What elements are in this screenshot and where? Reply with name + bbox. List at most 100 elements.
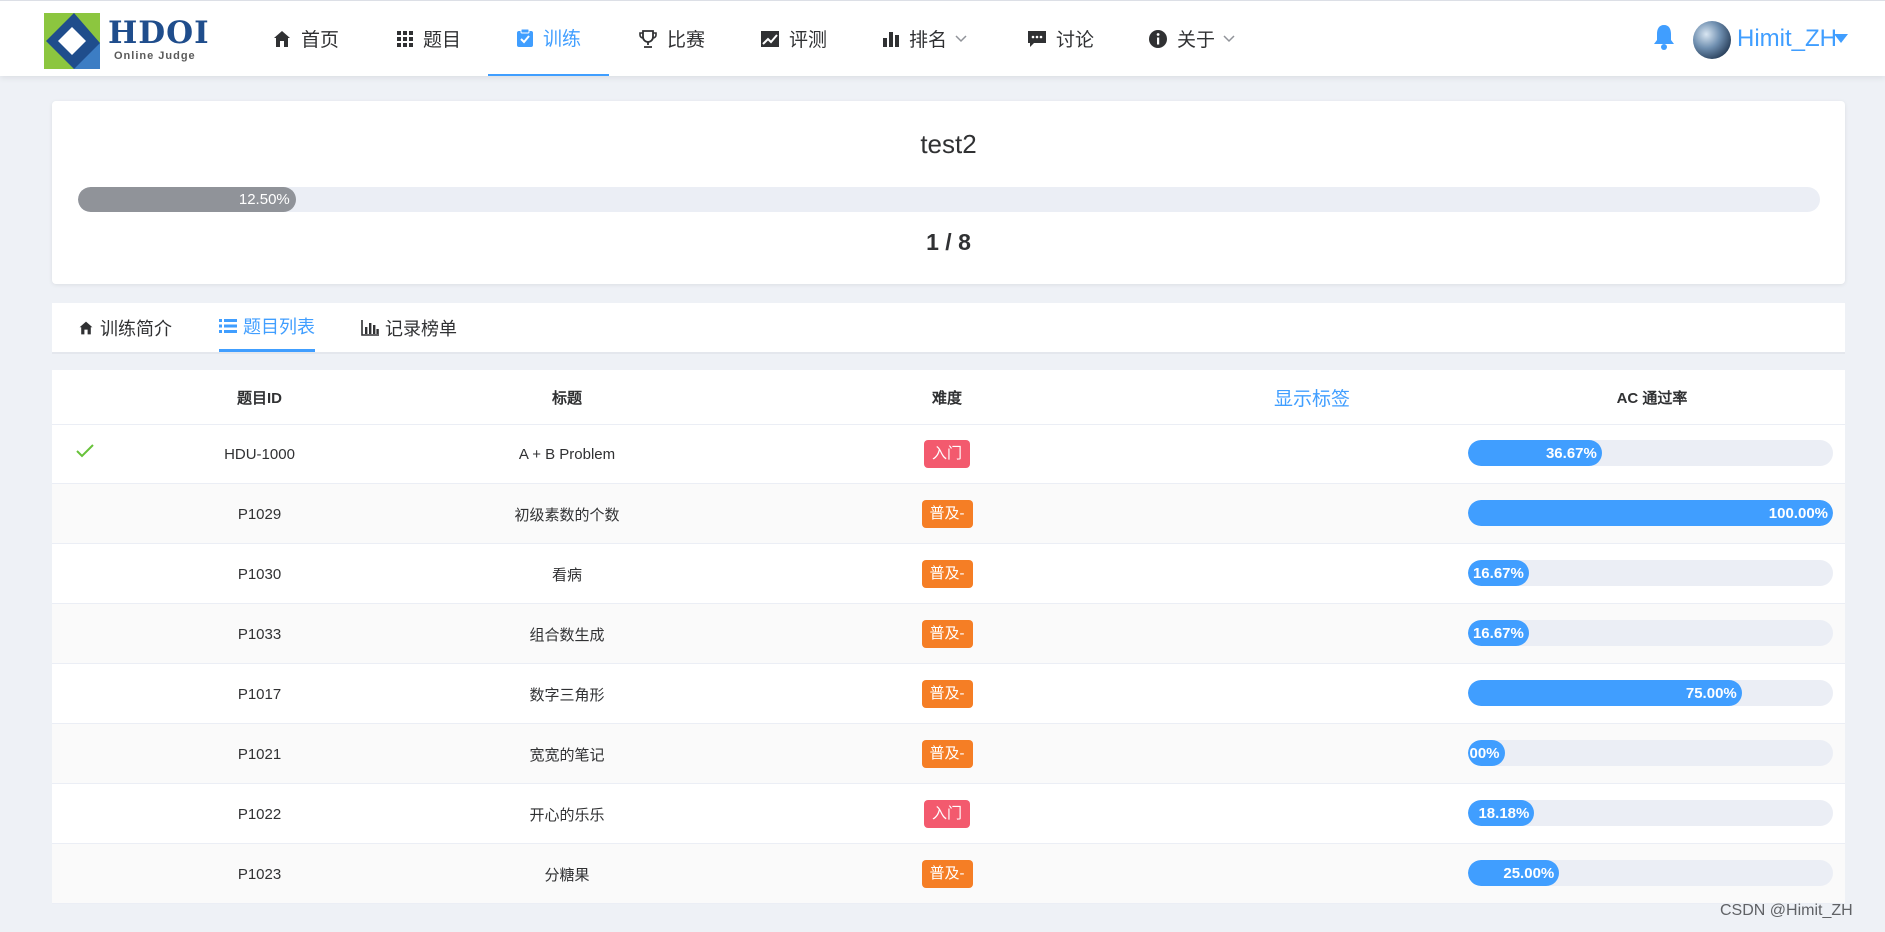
- tab-record-rank[interactable]: 记录榜单: [361, 303, 457, 352]
- trophy-icon: [639, 29, 657, 48]
- top-navbar: HDOI Online Judge 首页 题目 训练 比赛 评测 排名 讨论 关…: [0, 0, 1885, 76]
- logo-subtitle: Online Judge: [114, 50, 196, 62]
- ac-rate-fill: 75.00%: [1468, 680, 1742, 706]
- table-row[interactable]: P1023 分糖果 普及- 25.00%: [52, 844, 1845, 904]
- nav-discussion[interactable]: 讨论: [1027, 1, 1094, 76]
- ac-rate-label: 16.67%: [1472, 564, 1524, 582]
- difficulty-tag: 入门: [923, 440, 970, 468]
- nav-rank[interactable]: 排名: [882, 1, 967, 76]
- table-row[interactable]: HDU-1000 A + B Problem 入门 36.67%: [52, 424, 1845, 484]
- difficulty-cell: 普及-: [737, 664, 1157, 724]
- ac-rate-fill: 100.00%: [1468, 500, 1833, 526]
- table-row[interactable]: P1030 看病 普及- 16.67%: [52, 544, 1845, 604]
- problem-id[interactable]: HDU-1000: [122, 424, 397, 484]
- avatar[interactable]: [1693, 21, 1731, 59]
- caret-down-icon[interactable]: [1834, 34, 1848, 43]
- chevron-down-icon: [955, 34, 967, 42]
- table-row[interactable]: P1029 初级素数的个数 普及- 100.00%: [52, 484, 1845, 544]
- problem-title[interactable]: 看病: [397, 544, 737, 604]
- difficulty-cell: 入门: [737, 784, 1157, 844]
- problem-id[interactable]: P1017: [122, 664, 397, 724]
- ac-rate-bar: 75.00%: [1468, 680, 1833, 706]
- ac-rate-label: 25.00%: [1503, 864, 1555, 882]
- ac-rate-bar: 100.00%: [1468, 500, 1833, 526]
- training-progress-fill: 12.50%: [78, 187, 296, 212]
- difficulty-tag: 普及-: [921, 560, 973, 588]
- ac-rate-label: 100.00%: [1768, 504, 1828, 522]
- nav-training[interactable]: 训练: [488, 1, 609, 76]
- clipboard-check-icon: [516, 28, 533, 47]
- problem-id[interactable]: P1033: [122, 604, 397, 664]
- ac-rate-bar: 16.67%: [1468, 620, 1833, 646]
- show-tags-button[interactable]: 显示标签: [1157, 370, 1467, 424]
- problem-id[interactable]: P1029: [122, 484, 397, 544]
- table-row[interactable]: P1022 开心的乐乐 入门 18.18%: [52, 784, 1845, 844]
- problem-title[interactable]: 组合数生成: [397, 604, 737, 664]
- training-title: test2: [920, 129, 977, 159]
- table-row[interactable]: P1017 数字三角形 普及- 75.00%: [52, 664, 1845, 724]
- problem-id[interactable]: P1021: [122, 724, 397, 784]
- problem-title[interactable]: 数字三角形: [397, 664, 737, 724]
- bar-chart-icon: [361, 319, 379, 336]
- table-row[interactable]: P1021宽宽的笔记 普及- 10.00%: [52, 724, 1845, 784]
- ac-rate-bar: 18.18%: [1468, 800, 1833, 826]
- nav-contests[interactable]: 比赛: [638, 1, 705, 76]
- nav-about-label: 关于: [1177, 30, 1216, 51]
- chevron-down-icon: [1223, 34, 1235, 42]
- tab-training-intro[interactable]: 训练简介: [78, 303, 172, 352]
- difficulty-cell: 普及-: [737, 484, 1157, 544]
- difficulty-tag: 普及-: [921, 680, 973, 708]
- header-ac-rate: AC 通过率: [1616, 389, 1688, 407]
- difficulty-tag: 普及-: [921, 500, 973, 528]
- ac-rate-bar: 10.00%: [1468, 740, 1833, 766]
- difficulty-tag: 普及-: [921, 860, 973, 888]
- tab-record-rank-label: 记录榜单: [385, 318, 457, 339]
- header-title: 标题: [551, 389, 582, 407]
- tab-problem-list[interactable]: 题目列表: [219, 303, 315, 352]
- training-progress-bar: 12.50%: [78, 187, 1820, 212]
- nav-rank-label: 排名: [909, 30, 948, 51]
- ac-rate-bar: 36.67%: [1468, 440, 1833, 466]
- home-icon: [274, 30, 290, 47]
- username[interactable]: Himit_ZH: [1737, 25, 1837, 53]
- ac-rate-label: 36.67%: [1545, 444, 1597, 462]
- nav-status[interactable]: 评测: [760, 1, 827, 76]
- solved-check-icon: [76, 444, 94, 458]
- nav-status-label: 评测: [789, 30, 828, 51]
- difficulty-tag: 普及-: [921, 740, 973, 768]
- ac-rate-bar: 25.00%: [1468, 860, 1833, 886]
- ac-rate-label: 16.67%: [1472, 624, 1524, 642]
- nav-about[interactable]: 关于: [1148, 1, 1235, 76]
- ac-rate-fill: 16.67%: [1468, 560, 1529, 586]
- tab-problem-list-label: 题目列表: [243, 317, 315, 337]
- logo-mark-icon: [44, 13, 100, 69]
- header-difficulty: 难度: [931, 389, 962, 407]
- problem-title[interactable]: A + B Problem: [397, 424, 737, 484]
- ac-rate-label: 18.18%: [1478, 804, 1530, 822]
- problem-title[interactable]: 分糖果: [397, 844, 737, 904]
- training-tabs: 训练简介 题目列表 记录榜单: [52, 303, 1845, 354]
- problem-id[interactable]: P1023: [122, 844, 397, 904]
- ac-rate-fill: 25.00%: [1468, 860, 1560, 886]
- nav-home[interactable]: 首页: [272, 1, 339, 76]
- ac-rate-fill: 18.18%: [1468, 800, 1535, 826]
- training-progress-label: 12.50%: [238, 191, 290, 208]
- problem-title[interactable]: 开心的乐乐: [397, 784, 737, 844]
- ac-rate-bar: 16.67%: [1468, 560, 1833, 586]
- nav-training-label: 训练: [542, 29, 581, 50]
- bell-icon[interactable]: [1652, 23, 1676, 51]
- training-solved-count: 1 / 8: [926, 229, 971, 255]
- training-progress-card: test2 12.50% 1 / 8: [52, 101, 1845, 284]
- header-problem-id[interactable]: 题目ID: [122, 370, 397, 424]
- problem-title[interactable]: 宽宽的笔记: [397, 724, 737, 784]
- table-row[interactable]: P1033 组合数生成 普及- 16.67%: [52, 604, 1845, 664]
- problem-id[interactable]: P1022: [122, 784, 397, 844]
- problem-id[interactable]: P1030: [122, 544, 397, 604]
- problem-title[interactable]: 初级素数的个数: [397, 484, 737, 544]
- nav-problems[interactable]: 题目: [396, 1, 461, 76]
- site-logo[interactable]: HDOI Online Judge: [44, 13, 209, 69]
- nav-home-label: 首页: [301, 30, 340, 51]
- list-icon: [219, 319, 237, 333]
- logo-title: HDOI: [108, 15, 210, 51]
- ac-rate-label: 10.00%: [1468, 744, 1500, 762]
